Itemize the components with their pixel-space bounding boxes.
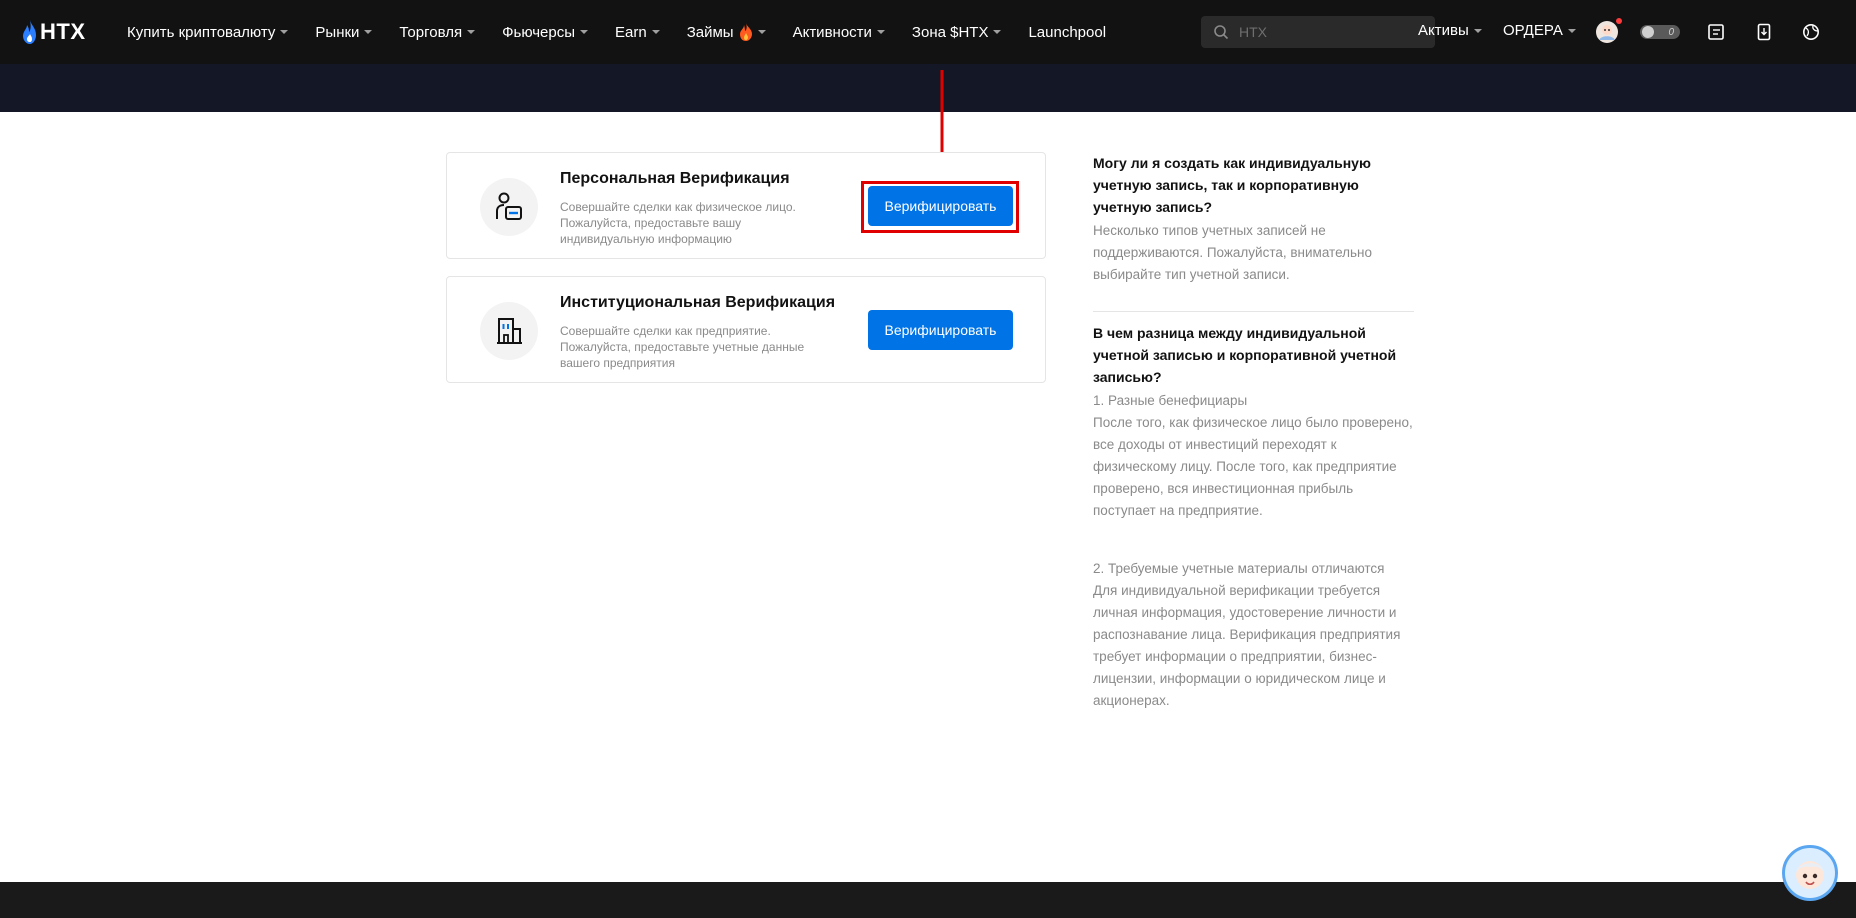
- nav-futures[interactable]: Фьючерсы: [502, 23, 589, 41]
- nav-launchpool[interactable]: Launchpool: [1028, 24, 1106, 41]
- download-button[interactable]: [1752, 20, 1776, 44]
- caret-down-icon: [280, 30, 289, 34]
- nav-label: Займы: [686, 23, 734, 41]
- card-description: Совершайте сделки как физическое лицо. П…: [560, 200, 796, 246]
- toggle-track: 0: [1640, 25, 1680, 39]
- nav-label: Активности: [792, 23, 872, 41]
- theme-toggle[interactable]: 0: [1640, 22, 1680, 42]
- main-nav: Купить криптовалюту Рынки Торговля Фьюче…: [127, 0, 1133, 64]
- person-id-icon: [496, 192, 522, 220]
- nav-label: Торговля: [399, 23, 463, 41]
- nav-markets[interactable]: Рынки: [315, 23, 373, 41]
- institutional-verification-card: Институциональная Верификация Совершайте…: [446, 276, 1046, 383]
- nav-label: Рынки: [315, 23, 360, 41]
- faq-answer: Для индивидуальной верификации требуется…: [1093, 583, 1401, 708]
- footer: [0, 882, 1856, 918]
- nav-label: Купить криптовалюту: [127, 23, 276, 41]
- caret-down-icon: [364, 30, 373, 34]
- caret-down-icon: [580, 30, 589, 34]
- document-icon: [1708, 24, 1724, 40]
- nav-htx-zone[interactable]: Зона $HTX: [912, 24, 1002, 41]
- faq-question: Могу ли я создать как индивидуальную уче…: [1093, 155, 1371, 215]
- support-chat-button[interactable]: [1782, 845, 1838, 901]
- faq-answer-title: 2. Требуемые учетные материалы отличаютс…: [1093, 561, 1385, 576]
- notification-dot: [1616, 18, 1622, 24]
- toggle-knob: [1642, 26, 1654, 38]
- flame-logo-icon: [23, 20, 36, 44]
- orders-doc-button[interactable]: [1704, 20, 1728, 44]
- annotation-highlight-box: [861, 181, 1019, 233]
- nav-activities[interactable]: Активности: [793, 24, 885, 41]
- caret-down-icon: [757, 30, 766, 34]
- assets-label: Активы: [1418, 22, 1469, 39]
- support-avatar-icon: [1796, 861, 1824, 889]
- assets-menu[interactable]: Активы: [1418, 22, 1482, 39]
- orders-label: ОРДЕРА: [1503, 22, 1563, 39]
- caret-down-icon: [467, 30, 476, 34]
- avatar-icon: [1596, 21, 1618, 43]
- top-nav-bar: HTX Купить криптовалюту Рынки Торговля Ф…: [0, 0, 1856, 64]
- toggle-value: 0: [1668, 26, 1674, 38]
- faq-question: В чем разница между индивидуальной учетн…: [1093, 325, 1397, 385]
- nav-trade[interactable]: Торговля: [399, 23, 476, 41]
- globe-icon: [1803, 24, 1819, 40]
- card-title: Персональная Верификация: [560, 170, 790, 187]
- card-icon-wrap: [480, 302, 538, 360]
- user-avatar[interactable]: [1594, 18, 1622, 45]
- nav-earn[interactable]: Earn: [615, 24, 660, 41]
- page-banner: [0, 64, 1856, 112]
- fire-icon: [739, 23, 752, 41]
- nav-label: Launchpool: [1028, 23, 1107, 41]
- caret-down-icon: [993, 30, 1002, 34]
- nav-label: Earn: [615, 23, 647, 41]
- building-icon: [497, 318, 522, 344]
- orders-menu[interactable]: ОРДЕРА: [1503, 22, 1576, 39]
- language-button[interactable]: [1799, 20, 1823, 44]
- nav-loans[interactable]: Займы: [687, 23, 766, 41]
- caret-down-icon: [651, 30, 660, 34]
- search-input[interactable]: [1239, 24, 1419, 40]
- card-description: Совершайте сделки как предприятие. Пожал…: [560, 324, 805, 370]
- caret-down-icon: [1567, 28, 1576, 33]
- faq-answer: После того, как физическое лицо было про…: [1093, 415, 1413, 518]
- faq-answer-title: 1. Разные бенефициары: [1093, 393, 1248, 408]
- download-icon: [1757, 23, 1771, 41]
- search-icon: [1214, 25, 1229, 40]
- logo-text: HTX: [40, 19, 86, 44]
- nav-buy-crypto[interactable]: Купить криптовалюту: [127, 23, 289, 41]
- nav-label: Зона $HTX: [911, 23, 989, 41]
- caret-down-icon: [876, 30, 885, 34]
- nav-label: Фьючерсы: [502, 23, 576, 41]
- caret-down-icon: [1473, 28, 1482, 33]
- faq-panel: Могу ли я создать как индивидуальную уче…: [1093, 152, 1414, 712]
- faq-answer: Несколько типов учетных записей не подде…: [1093, 223, 1372, 282]
- htx-logo[interactable]: HTX: [22, 18, 86, 46]
- search-box[interactable]: [1201, 16, 1435, 48]
- card-icon-wrap: [480, 178, 538, 236]
- card-title: Институциональная Верификация: [560, 294, 836, 311]
- verify-institutional-button[interactable]: Верифицировать: [868, 310, 1013, 350]
- faq-divider: [1093, 311, 1414, 312]
